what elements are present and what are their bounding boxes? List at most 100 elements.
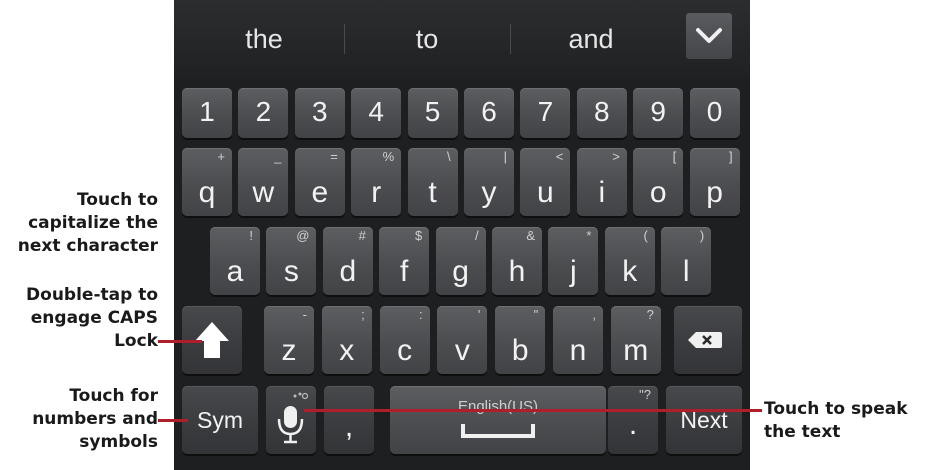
letter-key-u[interactable]: < u xyxy=(520,148,571,216)
key-alt-label: < xyxy=(555,149,564,164)
android-keyboard: the to and Sym , English(US) "? . Next 1… xyxy=(174,0,750,470)
key-label: n xyxy=(569,334,587,367)
key-label: f xyxy=(400,255,409,288)
letter-key-b[interactable]: " b xyxy=(495,306,546,374)
number-key-0[interactable]: 0 xyxy=(689,88,740,138)
key-label: 7 xyxy=(537,96,554,127)
callout-voice: Touch to speak the text xyxy=(764,398,908,444)
number-key-6[interactable]: 6 xyxy=(464,88,514,138)
letter-key-j[interactable]: * j xyxy=(548,227,599,295)
key-label: y xyxy=(481,176,497,209)
key-label: d xyxy=(339,255,357,288)
letter-key-h[interactable]: & h xyxy=(492,227,542,295)
letter-key-y[interactable]: | y xyxy=(464,148,514,216)
letter-key-w[interactable]: _ w xyxy=(238,148,289,216)
letter-key-f[interactable]: $ f xyxy=(379,227,430,295)
suggestion-bar: the to and xyxy=(174,0,750,78)
callout-line: capitalize the xyxy=(28,213,158,233)
letter-key-z[interactable]: -z xyxy=(264,306,314,374)
key-label: q xyxy=(198,176,216,209)
letter-key-r[interactable]: % r xyxy=(351,148,402,216)
key-label: l xyxy=(682,255,690,288)
key-alt-label: / xyxy=(474,228,479,243)
letter-key-g[interactable]: / g xyxy=(435,227,486,295)
key-alt-label: ' xyxy=(477,307,481,322)
key-label: 2 xyxy=(255,96,272,127)
key-alt-label: % xyxy=(382,149,395,164)
backspace-icon xyxy=(688,332,722,348)
period-key[interactable]: "? . xyxy=(608,386,658,454)
key-alt-label: " xyxy=(533,307,539,322)
key-alt-label: > xyxy=(612,149,620,164)
letter-key-d[interactable]: # d xyxy=(322,227,373,295)
collapse-suggestions-button[interactable] xyxy=(686,13,732,59)
callout-line: Touch to speak xyxy=(764,399,908,419)
callout-sym: Touch for numbers and symbols xyxy=(32,385,158,454)
suggestion-the[interactable]: the xyxy=(184,0,344,78)
key-label: a xyxy=(226,255,244,288)
next-key[interactable]: Next xyxy=(666,386,742,454)
leader-line-shift xyxy=(158,340,202,343)
letter-key-a[interactable]: ! a xyxy=(210,227,260,295)
letter-key-l[interactable]: ) l xyxy=(661,227,712,295)
sym-key-label: Sym xyxy=(197,406,243,433)
key-label: s xyxy=(283,255,299,288)
key-alt-label: ; xyxy=(361,307,365,322)
key-alt-label: - xyxy=(302,307,307,322)
key-label: 8 xyxy=(594,96,610,127)
leader-line-voice xyxy=(304,409,762,412)
key-label: 1 xyxy=(199,96,215,127)
suggestion-and[interactable]: and xyxy=(511,0,671,78)
number-key-5[interactable]: 5 xyxy=(407,88,458,138)
key-alt-label: $ xyxy=(414,228,423,243)
comma-key[interactable]: , xyxy=(324,386,374,454)
key-alt-label: , xyxy=(592,307,596,322)
number-key-3[interactable]: 3 xyxy=(294,88,345,138)
letter-key-v[interactable]: ' v xyxy=(437,306,488,374)
period-key-label: . xyxy=(628,408,638,441)
letter-key-s[interactable]: @ s xyxy=(266,227,317,295)
key-alt-label: ) xyxy=(699,228,705,243)
letter-key-e[interactable]: = e xyxy=(294,148,345,216)
number-key-8[interactable]: 8 xyxy=(576,88,627,138)
backspace-key[interactable] xyxy=(674,306,742,374)
key-alt-label: : xyxy=(418,307,423,322)
key-label: p xyxy=(706,176,723,209)
number-key-9[interactable]: 9 xyxy=(633,88,684,138)
voice-input-key[interactable] xyxy=(266,386,316,454)
letter-key-c[interactable]: :c xyxy=(379,306,430,374)
space-key[interactable]: English(US) xyxy=(390,386,606,454)
number-key-1[interactable]: 1 xyxy=(182,88,232,138)
letter-key-x[interactable]: ; x xyxy=(321,306,372,374)
callout-line: next character xyxy=(17,236,158,256)
number-key-7[interactable]: 7 xyxy=(520,88,571,138)
next-key-label: Next xyxy=(680,406,728,433)
letter-key-k[interactable]: (k xyxy=(604,227,655,295)
number-key-2[interactable]: 2 xyxy=(238,88,289,138)
callout-line: Touch to xyxy=(76,190,158,210)
letter-key-n[interactable]: ,n xyxy=(553,306,603,374)
callout-line: Lock xyxy=(114,331,158,351)
sym-key[interactable]: Sym xyxy=(182,386,258,454)
letter-key-m[interactable]: ? m xyxy=(610,306,661,374)
chevron-down-icon xyxy=(696,28,722,43)
callout-line: the text xyxy=(764,422,841,442)
suggestion-to[interactable]: to xyxy=(345,0,509,78)
period-key-alt: "? xyxy=(639,387,651,402)
key-alt-label: | xyxy=(503,149,507,164)
key-label: m xyxy=(623,334,649,367)
letter-key-o[interactable]: [o xyxy=(633,148,684,216)
letter-key-p[interactable]: ] p xyxy=(689,148,740,216)
letter-key-q[interactable]: + q xyxy=(182,148,232,216)
callout-line: Touch for xyxy=(69,386,158,406)
key-alt-label: @ xyxy=(296,228,310,243)
key-label: x xyxy=(339,334,355,367)
key-label: u xyxy=(537,176,554,209)
key-alt-label: + xyxy=(217,149,225,164)
key-label: w xyxy=(252,176,275,209)
number-key-4[interactable]: 4 xyxy=(351,88,402,138)
letter-key-i[interactable]: > i xyxy=(576,148,627,216)
key-alt-label: * xyxy=(586,228,592,243)
letter-key-t[interactable]: \ t xyxy=(407,148,458,216)
key-label: h xyxy=(508,255,526,288)
